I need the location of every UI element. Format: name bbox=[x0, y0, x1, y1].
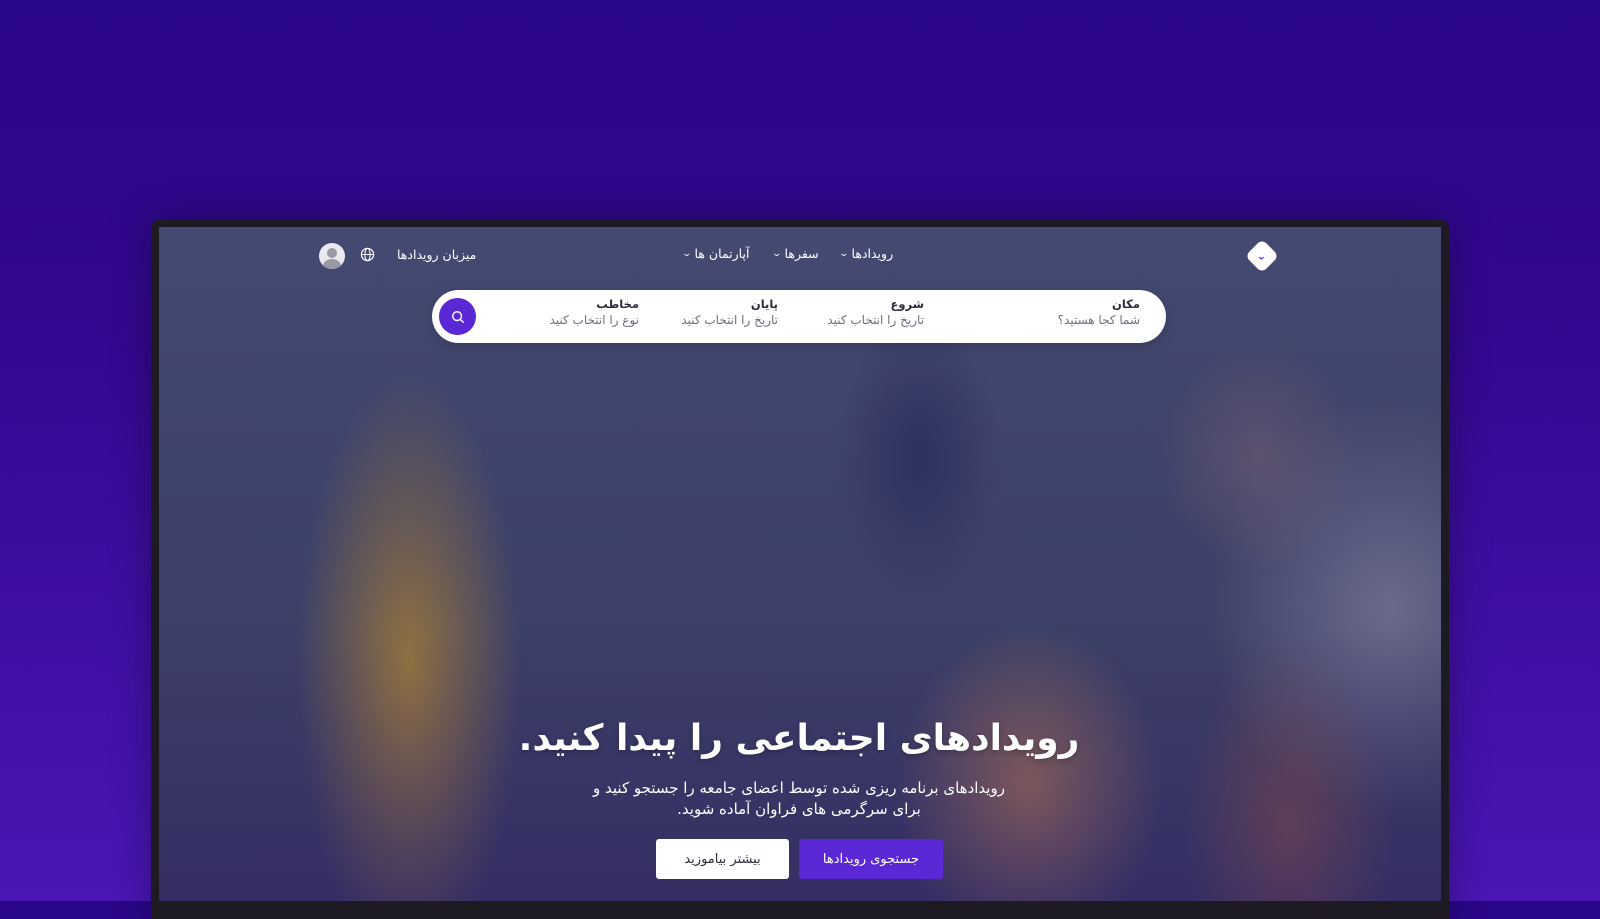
audience-label: مخاطب bbox=[596, 297, 639, 311]
start-date-field[interactable]: شروع تاریخ را انتخاب کنید bbox=[827, 297, 924, 327]
nav-trips-label: سفرها bbox=[784, 246, 819, 261]
location-placeholder: شما کجا هستید؟ bbox=[1057, 313, 1140, 327]
chevron-down-icon: ⌄ bbox=[681, 248, 693, 259]
audience-field[interactable]: مخاطب نوع را انتخاب کنید bbox=[549, 297, 639, 327]
end-date-label: پایان bbox=[750, 297, 778, 311]
globe-icon[interactable] bbox=[360, 247, 375, 262]
hero-subtitle: رویدادهای برنامه ریزی شده توسط اعضای جام… bbox=[569, 778, 1029, 820]
chevron-down-icon: ⌄ bbox=[771, 248, 783, 259]
end-date-field[interactable]: پایان تاریخ را انتخاب کنید bbox=[681, 297, 778, 327]
search-button[interactable] bbox=[439, 298, 476, 335]
hero-title: رویدادهای اجتماعی را پیدا کنید. bbox=[518, 718, 1080, 759]
nav-trips[interactable]: سفرها ⌄ bbox=[771, 246, 819, 261]
search-events-button[interactable]: جستجوی رویدادها bbox=[799, 839, 943, 879]
nav-apartments-label: آپارتمان ها bbox=[694, 246, 750, 261]
user-avatar-icon[interactable] bbox=[319, 243, 345, 269]
nav-events-label: رویدادها bbox=[851, 246, 894, 261]
diamond-logo-icon[interactable]: ⌄ bbox=[1245, 239, 1279, 273]
learn-more-button[interactable]: بیشتر بیاموزید bbox=[656, 839, 789, 879]
audience-placeholder: نوع را انتخاب کنید bbox=[549, 313, 639, 327]
search-icon bbox=[451, 310, 464, 323]
hero-subtitle-line1: رویدادهای برنامه ریزی شده توسط اعضای جام… bbox=[593, 779, 1005, 797]
end-date-placeholder: تاریخ را انتخاب کنید bbox=[681, 313, 778, 327]
chevron-down-icon: ⌄ bbox=[838, 248, 850, 259]
start-date-placeholder: تاریخ را انتخاب کنید bbox=[827, 313, 924, 327]
location-field[interactable]: مکان شما کجا هستید؟ bbox=[1058, 297, 1140, 327]
location-label: مکان bbox=[1112, 297, 1140, 311]
start-date-label: شروع bbox=[890, 297, 924, 311]
nav-events[interactable]: رویدادها ⌄ bbox=[838, 246, 894, 261]
website-screen: ⌄ رویدادها ⌄ سفرها ⌄ آپارتمان ها ⌄ میزبا… bbox=[159, 227, 1441, 901]
event-search-bar: مکان شما کجا هستید؟ شروع تاریخ را انتخاب… bbox=[432, 290, 1166, 343]
nav-apartments[interactable]: آپارتمان ها ⌄ bbox=[681, 246, 750, 261]
hero-subtitle-line2: برای سرگرمی های فراوان آماده شوید. bbox=[677, 800, 921, 818]
host-events-link[interactable]: میزبان رویدادها bbox=[397, 247, 476, 262]
